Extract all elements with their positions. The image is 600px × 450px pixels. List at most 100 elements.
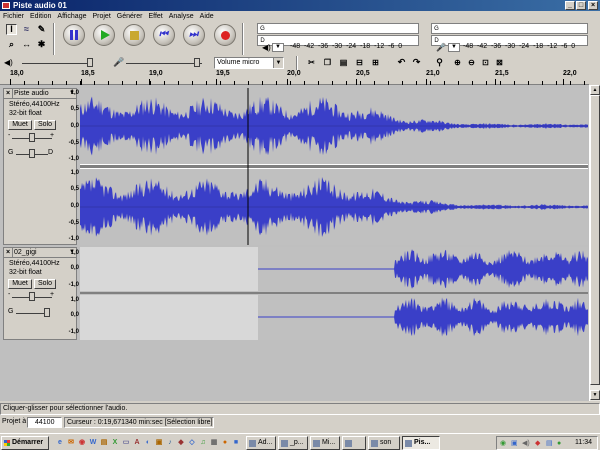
zoom-in-icon[interactable]: ⊕ [452, 57, 463, 68]
app-icon[interactable]: ◇ [187, 438, 197, 448]
selection-tool-icon[interactable]: I [6, 24, 17, 35]
pan-knob[interactable] [44, 308, 50, 317]
skip-start-button[interactable]: ⏮ [153, 24, 175, 46]
paste-icon[interactable]: ▤ [338, 57, 349, 68]
menu-affichage[interactable]: Affichage [54, 13, 89, 20]
record-button[interactable] [214, 24, 236, 46]
gain-knob[interactable] [29, 133, 35, 142]
excel-icon[interactable]: X [110, 438, 120, 448]
mute-button[interactable]: Muet [8, 279, 32, 289]
stop-button[interactable] [123, 24, 145, 46]
outlook-icon[interactable]: ✉ [66, 438, 76, 448]
undo-icon[interactable]: ↶ [396, 57, 407, 68]
track-waveform[interactable] [80, 247, 588, 340]
track-name-menu[interactable]: × 02_gigi ▼ [4, 248, 76, 258]
ie-icon[interactable]: e [55, 438, 65, 448]
close-track-icon[interactable]: × [4, 89, 13, 98]
explorer-icon[interactable]: ▣ [154, 438, 164, 448]
minimize-button[interactable]: _ [565, 1, 575, 10]
scroll-down-icon[interactable]: ▼ [590, 390, 600, 400]
task-button[interactable]: Ad... [246, 436, 276, 450]
window-title: Piste audio 01 [13, 1, 67, 10]
desktop-icon[interactable]: ▭ [121, 438, 131, 448]
mute-button[interactable]: Muet [8, 120, 32, 130]
trim-icon[interactable]: ⊟ [354, 57, 365, 68]
task-button[interactable]: Mi... [310, 436, 340, 450]
menu-projet[interactable]: Projet [89, 13, 113, 20]
task-button[interactable]: Pis... [402, 436, 440, 450]
output-volume-knob[interactable] [87, 58, 93, 67]
zoom-out-icon[interactable]: ⊖ [466, 57, 477, 68]
scroll-thumb[interactable] [590, 95, 600, 385]
menu-analyse[interactable]: Analyse [166, 13, 197, 20]
menu-aide[interactable]: Aide [197, 13, 217, 20]
gain-knob[interactable] [29, 292, 35, 301]
close-button[interactable]: × [588, 1, 598, 10]
app-icon[interactable]: ◆ [176, 438, 186, 448]
start-button[interactable]: Démarrer [1, 436, 49, 450]
browser-icon[interactable]: ◉ [77, 438, 87, 448]
project-rate-select[interactable]: 44100 [27, 417, 62, 428]
app-icon[interactable]: ● [220, 438, 230, 448]
menu-generer[interactable]: Générer [114, 13, 146, 20]
task-button[interactable]: _p... [278, 436, 308, 450]
app-icon[interactable]: ▦ [209, 438, 219, 448]
solo-button[interactable]: Solo [34, 279, 56, 289]
play-button[interactable] [93, 24, 115, 46]
timeline-ruler[interactable]: 18,0 18,5 19,0 19,5 20,0 20,5 21,0 21,5 … [0, 70, 589, 85]
silence-icon[interactable]: ⊞ [370, 57, 381, 68]
pause-button[interactable] [63, 24, 85, 46]
fit-project-icon[interactable]: ⊠ [494, 57, 505, 68]
meter-tick: -6 [561, 43, 568, 50]
music-icon[interactable]: ♫ [198, 438, 208, 448]
track-control-panel: × Piste audio ▼ Stéréo,44100Hz 32-bit fl… [3, 88, 77, 245]
media-icon[interactable]: ◐ [143, 438, 153, 448]
pan-knob[interactable] [29, 149, 35, 158]
folder-icon[interactable]: ▤ [99, 438, 109, 448]
volume-icon[interactable]: ◀) [522, 438, 530, 450]
tray-icon[interactable]: ▣ [511, 438, 518, 450]
scale-label: 0,5 [70, 106, 79, 112]
tray-icon[interactable]: ◉ [500, 438, 506, 450]
audio-icon[interactable]: ♪ [165, 438, 175, 448]
network-icon[interactable]: ▤ [546, 438, 553, 450]
fit-selection-icon[interactable]: ⊡ [480, 57, 491, 68]
task-button[interactable] [342, 436, 366, 450]
close-track-icon[interactable]: × [4, 248, 13, 257]
envelope-tool-icon[interactable]: ≈ [21, 24, 32, 35]
tray-icon[interactable]: ● [557, 438, 561, 450]
input-source-select[interactable]: Volume micro ▼ [214, 57, 284, 69]
multi-tool-icon[interactable]: ✱ [36, 39, 47, 50]
sync-lock-icon[interactable]: ⚲ [434, 57, 445, 68]
scale-label: -0,5 [68, 220, 79, 226]
draw-tool-icon[interactable]: ✎ [36, 24, 47, 35]
track-name-menu[interactable]: × Piste audio ▼ [4, 89, 76, 99]
tray-icon[interactable]: ◆ [535, 438, 540, 450]
solo-button[interactable]: Solo [34, 120, 56, 130]
input-meter-dropdown[interactable]: ▼ [448, 43, 460, 52]
output-meter-dropdown[interactable]: ▼ [272, 43, 284, 52]
tracks-area[interactable]: × Piste audio ▼ Stéréo,44100Hz 32-bit fl… [0, 85, 589, 401]
scroll-up-icon[interactable]: ▲ [590, 85, 600, 95]
app-icon[interactable]: ■ [231, 438, 241, 448]
input-meter-scale: -48 -42 -36 -30 -24 -18 -12 -6 0 [463, 43, 599, 50]
word-icon[interactable]: W [88, 438, 98, 448]
output-volume-slider[interactable] [22, 63, 92, 64]
task-button[interactable]: son [368, 436, 400, 450]
vertical-scrollbar[interactable]: ▲ ▼ [589, 85, 600, 401]
redo-icon[interactable]: ↷ [411, 57, 422, 68]
skip-end-button[interactable]: ⏭ [183, 24, 205, 46]
maximize-button[interactable]: □ [576, 1, 586, 10]
zoom-tool-icon[interactable]: ⌕ [6, 39, 17, 50]
cut-icon[interactable]: ✂ [306, 57, 317, 68]
input-volume-slider[interactable] [126, 63, 202, 64]
copy-icon[interactable]: ❐ [322, 57, 333, 68]
track-waveform[interactable] [80, 88, 588, 245]
menu-edition[interactable]: Edition [27, 13, 54, 20]
timeshift-tool-icon[interactable]: ↔ [21, 39, 32, 50]
empty-track-area[interactable] [0, 342, 589, 401]
input-volume-knob[interactable] [194, 58, 200, 67]
acrobat-icon[interactable]: A [132, 438, 142, 448]
menu-effet[interactable]: Effet [145, 13, 165, 20]
menu-fichier[interactable]: Fichier [0, 13, 27, 20]
